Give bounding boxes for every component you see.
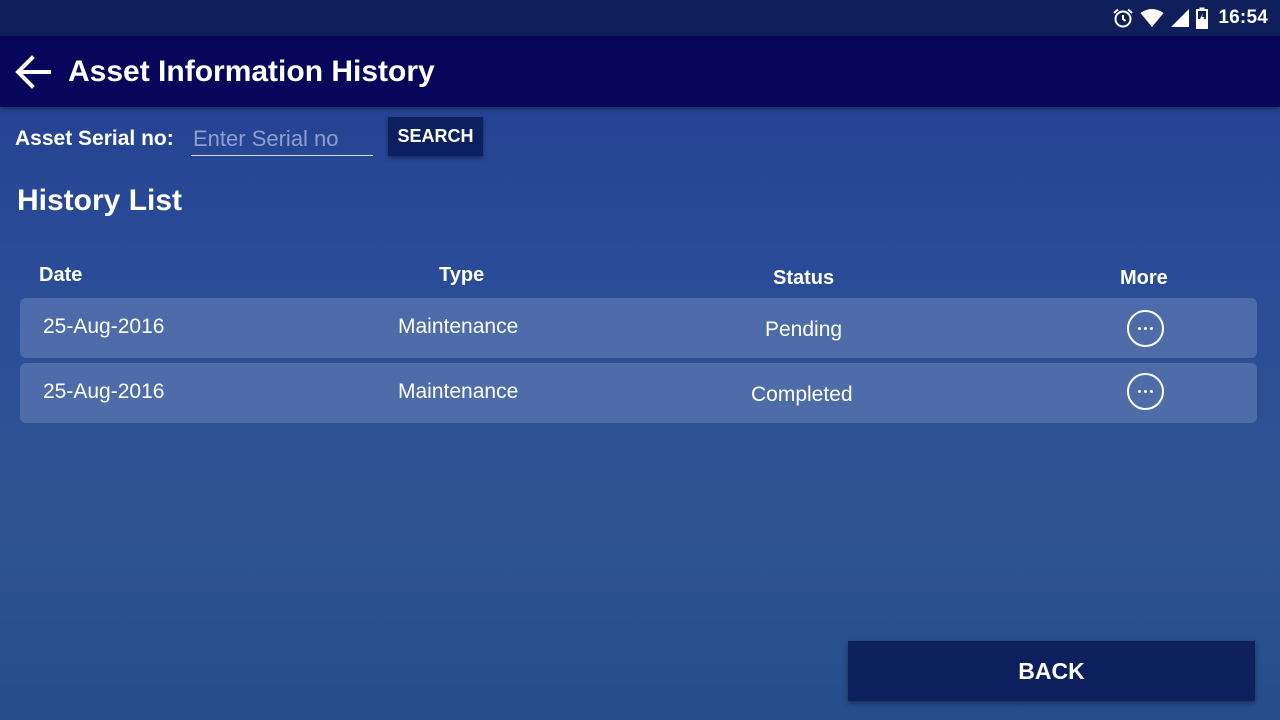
row-date: 25-Aug-2016 bbox=[43, 315, 165, 338]
page-title: Asset Information History bbox=[68, 55, 435, 88]
column-header-date: Date bbox=[39, 264, 83, 286]
status-icons: 16:54 bbox=[1112, 0, 1268, 36]
row-type: Maintenance bbox=[398, 315, 519, 338]
history-row[interactable]: 25-Aug-2016 Maintenance Pending bbox=[20, 298, 1257, 358]
back-button[interactable]: BACK bbox=[848, 641, 1255, 701]
serial-label: Asset Serial no: bbox=[15, 127, 174, 150]
more-options-icon[interactable] bbox=[1127, 373, 1164, 410]
alarm-icon bbox=[1112, 7, 1134, 29]
search-button[interactable]: SEARCH bbox=[388, 117, 483, 156]
column-header-status: Status bbox=[773, 267, 835, 289]
row-type: Maintenance bbox=[398, 380, 519, 403]
column-header-more: More bbox=[1120, 267, 1168, 289]
status-bar: 16:54 bbox=[0, 0, 1280, 36]
app-bar: Asset Information History bbox=[0, 36, 1280, 107]
row-date: 25-Aug-2016 bbox=[43, 380, 165, 403]
row-status: Pending bbox=[765, 318, 843, 341]
status-clock: 16:54 bbox=[1218, 7, 1268, 28]
back-arrow-icon[interactable] bbox=[14, 53, 52, 91]
wifi-icon bbox=[1140, 8, 1164, 28]
battery-icon bbox=[1196, 7, 1209, 29]
row-status: Completed bbox=[751, 383, 853, 406]
serial-input[interactable] bbox=[191, 122, 373, 156]
column-header-type: Type bbox=[439, 264, 485, 286]
history-row[interactable]: 25-Aug-2016 Maintenance Completed bbox=[20, 363, 1257, 423]
more-options-icon[interactable] bbox=[1127, 310, 1164, 347]
cell-signal-icon bbox=[1170, 8, 1190, 28]
history-list-title: History List bbox=[17, 184, 183, 217]
